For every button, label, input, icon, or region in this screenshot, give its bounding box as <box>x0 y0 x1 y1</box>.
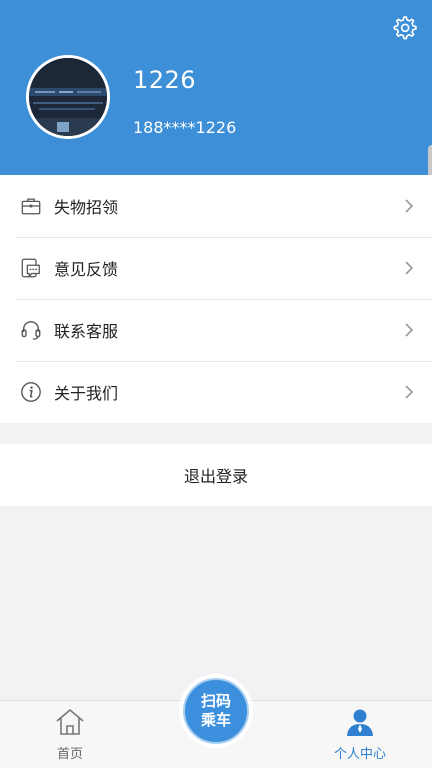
menu-item-feedback[interactable]: 意见反馈 <box>0 237 432 299</box>
tab-home-label: 首页 <box>56 747 83 762</box>
chevron-right-icon <box>405 261 414 275</box>
chevron-right-icon <box>405 199 414 213</box>
chevron-right-icon <box>405 323 414 337</box>
profile-header: 1226 188****1226 <box>0 0 432 175</box>
menu-item-label: 联系客服 <box>54 322 119 341</box>
headset-icon <box>21 321 41 340</box>
menu-item-label: 意见反馈 <box>54 260 119 279</box>
scan-button-line1: 扫码 <box>200 692 231 710</box>
home-icon <box>56 709 84 735</box>
username: 1226 <box>133 66 197 94</box>
briefcase-icon <box>21 198 41 215</box>
menu-list: 失物招领 意见反馈 联系客服 关于我们 <box>0 175 432 423</box>
tab-profile[interactable]: 个人中心 <box>320 707 400 765</box>
scan-button-line2: 乘车 <box>200 711 231 729</box>
scan-ride-button[interactable]: 扫码 乘车 <box>179 674 253 748</box>
menu-item-label: 失物招领 <box>54 198 119 217</box>
avatar[interactable] <box>26 55 110 139</box>
logout-button[interactable]: 退出登录 <box>0 444 432 506</box>
chevron-right-icon <box>405 385 414 399</box>
tab-profile-label: 个人中心 <box>333 747 386 762</box>
feedback-icon <box>21 258 40 278</box>
phone-number: 188****1226 <box>133 118 237 137</box>
settings-gear-icon[interactable] <box>390 14 418 42</box>
menu-item-lost-and-found[interactable]: 失物招领 <box>0 175 432 237</box>
menu-item-customer-service[interactable]: 联系客服 <box>0 299 432 361</box>
menu-item-label: 关于我们 <box>54 384 119 403</box>
info-icon <box>21 382 41 402</box>
menu-item-about-us[interactable]: 关于我们 <box>0 361 432 423</box>
user-icon <box>347 709 373 736</box>
tab-home[interactable]: 首页 <box>30 707 110 765</box>
